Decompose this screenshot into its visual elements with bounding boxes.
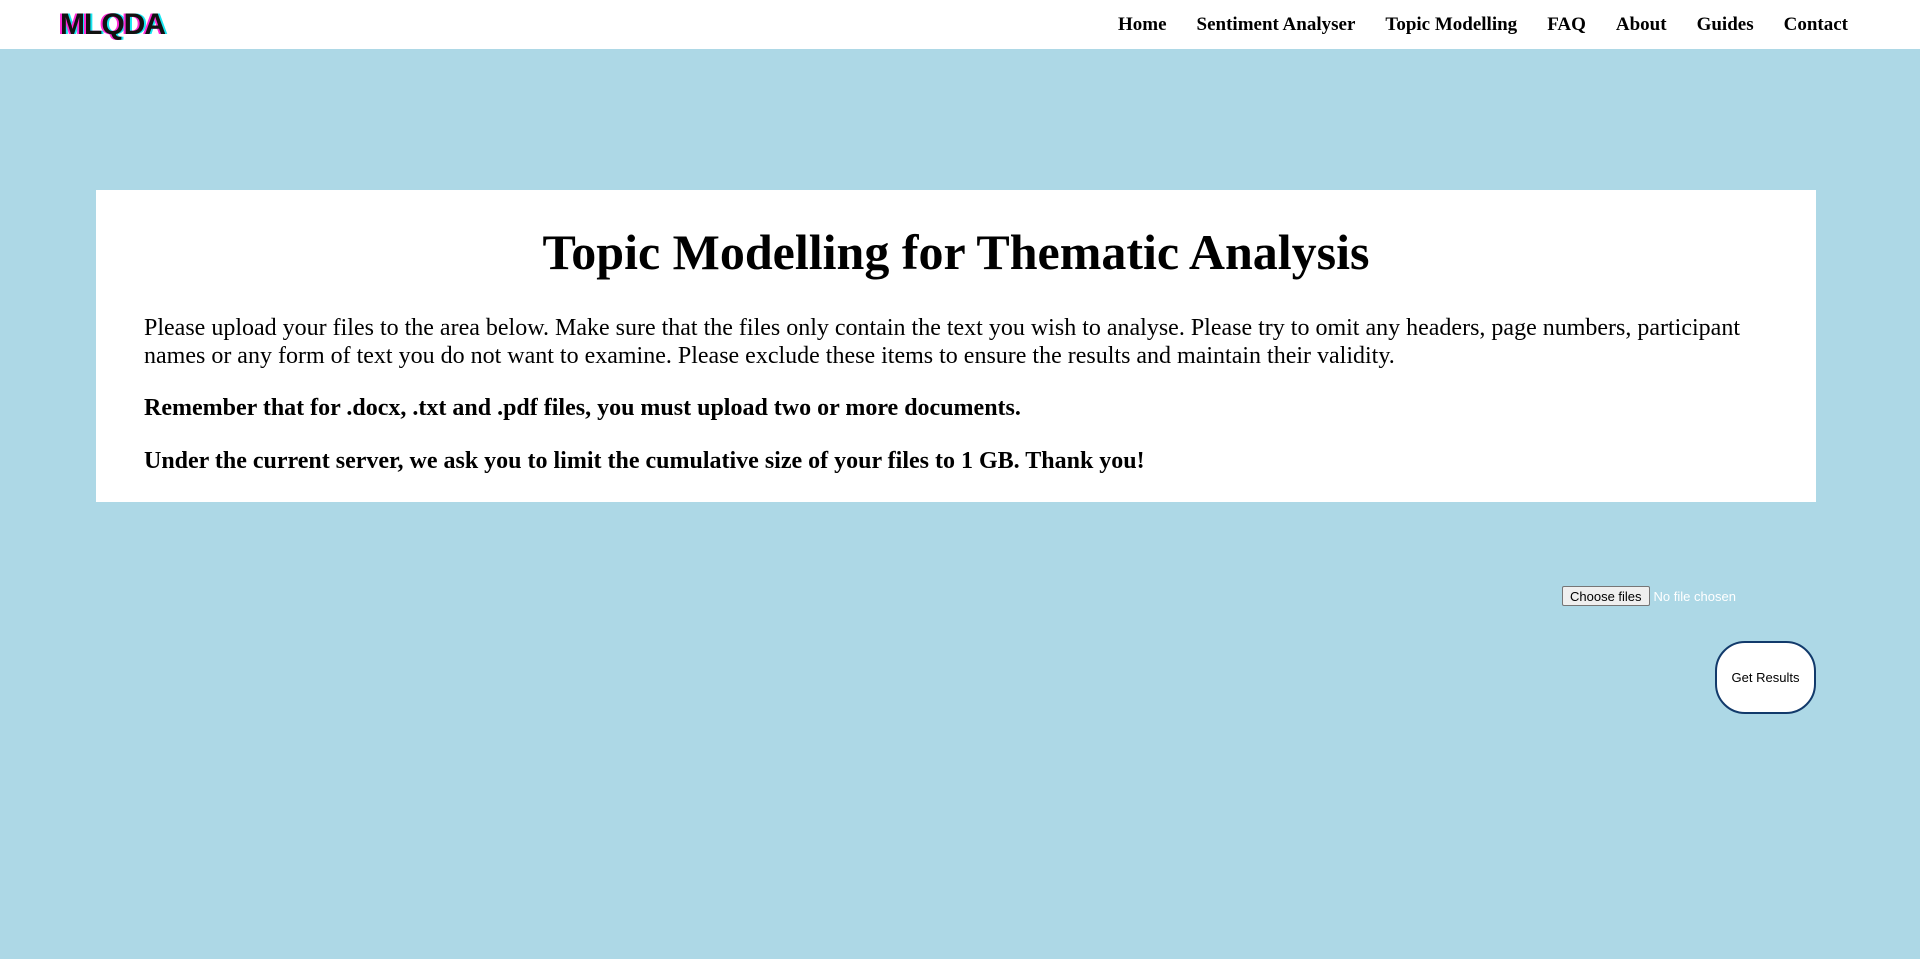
file-size-limit-note: Under the current server, we ask you to …	[144, 448, 1145, 474]
nav-link-home[interactable]: Home	[1118, 14, 1167, 36]
file-status-text: No file chosen	[1653, 588, 1736, 604]
info-panel: Topic Modelling for Thematic Analysis Pl…	[96, 190, 1816, 502]
page-title: Topic Modelling for Thematic Analysis	[542, 224, 1370, 280]
file-upload-input[interactable]: Choose files No file chosen	[1562, 586, 1736, 606]
site-logo[interactable]: MLQDA	[60, 6, 166, 44]
nav-link-topic-modelling[interactable]: Topic Modelling	[1385, 14, 1517, 36]
choose-files-button[interactable]: Choose files	[1562, 586, 1650, 606]
nav-link-contact[interactable]: Contact	[1784, 14, 1848, 36]
get-results-button[interactable]: Get Results	[1715, 641, 1816, 714]
main-nav: Home Sentiment Analyser Topic Modelling …	[1118, 0, 1848, 49]
documents-requirement-note: Remember that for .docx, .txt and .pdf f…	[144, 395, 1021, 421]
nav-link-sentiment-analyser[interactable]: Sentiment Analyser	[1197, 14, 1356, 36]
nav-link-about[interactable]: About	[1616, 14, 1667, 36]
nav-link-guides[interactable]: Guides	[1697, 14, 1754, 36]
nav-link-faq[interactable]: FAQ	[1547, 14, 1586, 36]
top-navbar: MLQDA Home Sentiment Analyser Topic Mode…	[0, 0, 1920, 49]
intro-paragraph: Please upload your files to the area bel…	[144, 315, 1740, 369]
